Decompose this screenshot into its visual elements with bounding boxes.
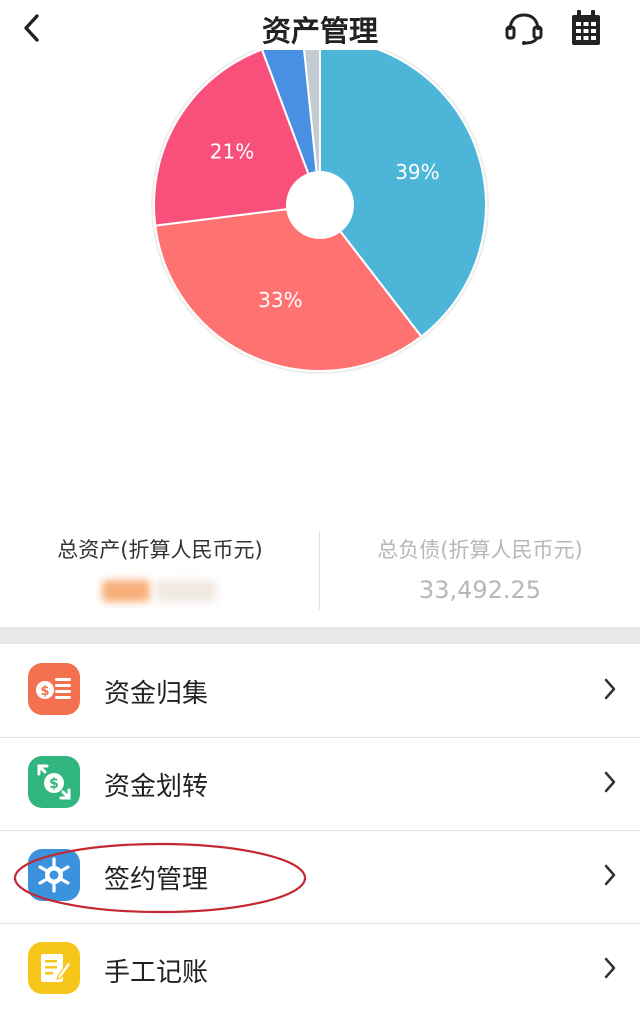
asset-pie-chart: 39% 33% 21% (0, 50, 640, 450)
headset-icon (505, 13, 543, 45)
back-button[interactable] (12, 8, 52, 48)
calendar-icon (572, 10, 600, 45)
total-liabilities-value: 33,492.25 (418, 576, 542, 604)
chevron-right-icon (600, 950, 620, 986)
menu-item-fund-collection[interactable]: $ 资金归集 (0, 645, 640, 738)
total-assets: 总资产(折算人民币元) (0, 520, 320, 620)
notepad-icon (28, 942, 80, 994)
gear-icon (28, 849, 80, 901)
customer-service-button[interactable] (502, 8, 546, 48)
total-assets-label: 总资产(折算人民币元) (57, 538, 263, 562)
chevron-right-icon (600, 671, 620, 707)
menu-item-label: 资金划转 (104, 772, 209, 802)
calendar-button[interactable] (564, 8, 608, 48)
total-liabilities-label: 总负债(折算人民币元) (377, 538, 583, 562)
section-divider (0, 627, 640, 644)
total-liabilities: 总负债(折算人民币元) 33,492.25 (320, 520, 640, 620)
pie-center-hole (286, 171, 354, 239)
menu-item-manual-bookkeeping[interactable]: 手工记账 (0, 924, 640, 1016)
menu-item-label: 手工记账 (104, 958, 209, 988)
pie-slice-label: 33% (258, 288, 302, 312)
transfer-icon: $ (28, 756, 80, 808)
chevron-left-icon (24, 14, 39, 42)
coins-icon: $ (28, 663, 80, 715)
menu-item-label: 资金归集 (104, 679, 209, 709)
svg-text:$: $ (49, 776, 59, 792)
menu-item-fund-transfer[interactable]: $ 资金划转 (0, 738, 640, 831)
chevron-right-icon (600, 764, 620, 800)
pie-slice-label: 21% (210, 140, 254, 164)
menu-item-label: 签约管理 (104, 865, 209, 895)
pie-slice-label: 39% (395, 160, 439, 184)
chevron-right-icon (600, 857, 620, 893)
pie-svg: 39% 33% 21% (151, 50, 489, 374)
menu-item-contract-management[interactable]: 签约管理 (0, 831, 640, 924)
svg-text:$: $ (40, 684, 49, 699)
asset-summary: 总资产(折算人民币元) 总负债(折算人民币元) 33,492.25 (0, 520, 640, 620)
